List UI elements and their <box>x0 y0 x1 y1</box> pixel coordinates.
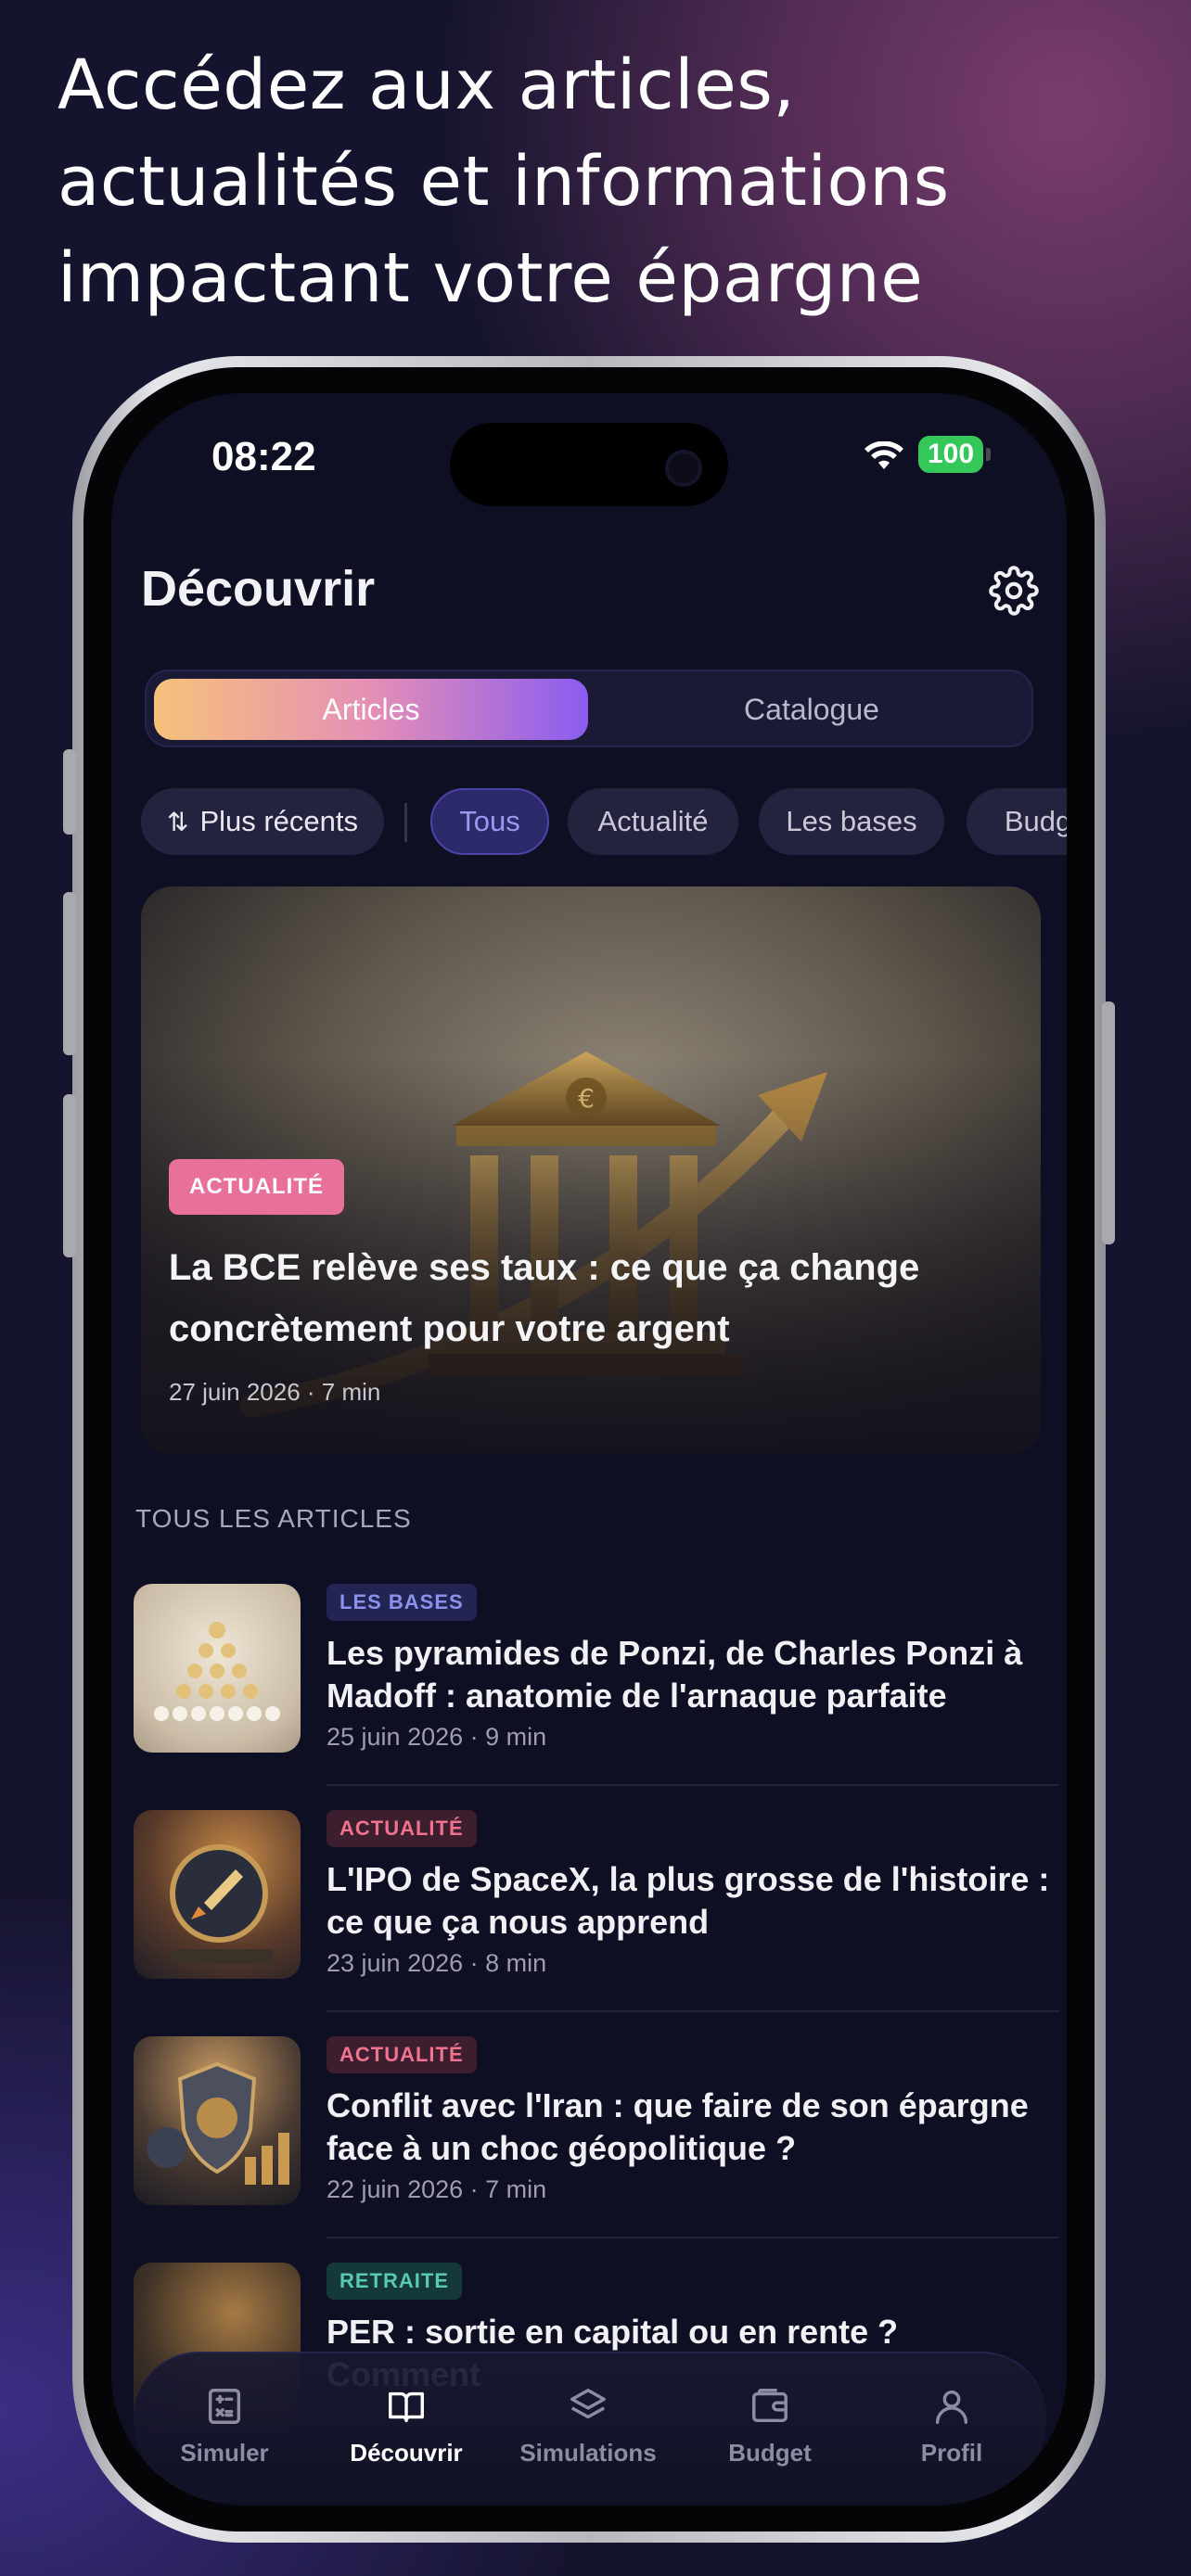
list-divider <box>327 2237 1059 2238</box>
gear-icon[interactable] <box>989 566 1039 616</box>
chip-tous[interactable]: Tous <box>430 788 549 855</box>
article-title: L'IPO de SpaceX, la plus grosse de l'his… <box>327 1860 1050 1941</box>
rocket-coin-illustration <box>170 1844 273 1964</box>
article-list-item[interactable]: ACTUALITÉ L'IPO de SpaceX, la plus gross… <box>134 1810 1061 2012</box>
headline-line-1: Accédez aux articles, <box>58 45 796 125</box>
promo-headline: Accédez aux articles, actualités et info… <box>58 37 1124 326</box>
phone-volume-up-button <box>63 892 76 1055</box>
layers-icon <box>570 2389 606 2419</box>
article-meta: 22 juin 2026 · 7 min <box>327 2175 547 2203</box>
camera-icon <box>665 450 702 487</box>
sort-button[interactable]: ⇅ Plus récents <box>141 788 384 855</box>
segment-articles[interactable]: Articles <box>154 679 588 740</box>
phone-screen: 08:22 100 Découvrir Articles Catalogue ⇅… <box>111 393 1067 2506</box>
wallet-icon <box>752 2389 788 2423</box>
featured-article-card[interactable]: € ACTUALITÉ La BCE relève ses taux : ce … <box>141 886 1041 1454</box>
article-category-badge: ACTUALITÉ <box>327 1810 477 1847</box>
article-thumbnail <box>134 2036 301 2205</box>
tab-label: Budget <box>728 2439 812 2467</box>
featured-category-badge: ACTUALITÉ <box>169 1159 344 1215</box>
tab-profil[interactable]: Profil <box>861 2385 1043 2468</box>
featured-meta: 27 juin 2026 · 7 min <box>169 1378 381 1406</box>
article-category-badge: ACTUALITÉ <box>327 2036 477 2073</box>
headline-line-3: impactant votre épargne <box>58 238 924 318</box>
phone-action-button <box>63 749 76 835</box>
article-title: Les pyramides de Ponzi, de Charles Ponzi… <box>327 1634 1023 1715</box>
bottom-tab-bar: Simuler Découvrir Simulations Budget Pro… <box>134 2352 1046 2502</box>
tab-budget[interactable]: Budget <box>679 2385 861 2468</box>
list-divider <box>327 2010 1059 2012</box>
chip-budget[interactable]: Budget <box>967 788 1067 855</box>
status-time: 08:22 <box>211 434 316 479</box>
list-divider <box>327 1784 1059 1786</box>
article-category-badge: RETRAITE <box>327 2263 462 2300</box>
tab-label: Profil <box>920 2439 983 2467</box>
article-thumbnail <box>134 1810 301 1979</box>
tab-label: Simuler <box>180 2439 269 2467</box>
sort-arrows-icon: ⇅ <box>166 808 189 836</box>
article-list-item[interactable]: ACTUALITÉ Conflit avec l'Iran : que fair… <box>134 2036 1061 2238</box>
article-list-item[interactable]: LES BASES Les pyramides de Ponzi, de Cha… <box>134 1584 1061 1786</box>
tab-decouvrir[interactable]: Découvrir <box>315 2385 497 2468</box>
calculator-icon <box>208 2389 241 2424</box>
filter-chips: ⇅ Plus récents Tous Actualité Les bases B… <box>141 788 1067 859</box>
section-label: TOUS LES ARTICLES <box>135 1504 412 1533</box>
sort-label: Plus récents <box>199 805 359 837</box>
tab-label: Simulations <box>519 2439 657 2467</box>
phone-power-button <box>1102 1001 1115 1244</box>
pyramid-illustration <box>154 1622 280 1721</box>
tab-simuler[interactable]: Simuler <box>134 2385 315 2468</box>
dynamic-island <box>450 423 728 506</box>
wifi-icon <box>864 441 903 469</box>
segment-catalogue[interactable]: Catalogue <box>596 679 1028 740</box>
chip-les-bases[interactable]: Les bases <box>759 788 944 855</box>
shield-globe-illustration <box>147 2061 289 2185</box>
content-type-segmented-control: Articles Catalogue <box>145 670 1033 747</box>
chip-actualite[interactable]: Actualité <box>568 788 738 855</box>
featured-title: La BCE relève ses taux : ce que ça chang… <box>169 1247 920 1349</box>
page-title: Découvrir <box>141 561 376 617</box>
article-title: Conflit avec l'Iran : que faire de son é… <box>327 2086 1029 2167</box>
article-category-badge: LES BASES <box>327 1584 477 1621</box>
user-icon <box>935 2390 968 2424</box>
article-meta: 25 juin 2026 · 9 min <box>327 1723 547 1751</box>
article-thumbnail <box>134 1584 301 1753</box>
open-book-icon <box>389 2391 424 2423</box>
battery-indicator: 100 <box>918 436 991 473</box>
chips-divider <box>404 803 407 842</box>
article-meta: 23 juin 2026 · 8 min <box>327 1949 547 1977</box>
tab-simulations[interactable]: Simulations <box>497 2385 679 2468</box>
tab-label: Découvrir <box>350 2439 463 2467</box>
phone-volume-down-button <box>63 1094 76 1257</box>
headline-line-2: actualités et informations <box>58 142 950 222</box>
